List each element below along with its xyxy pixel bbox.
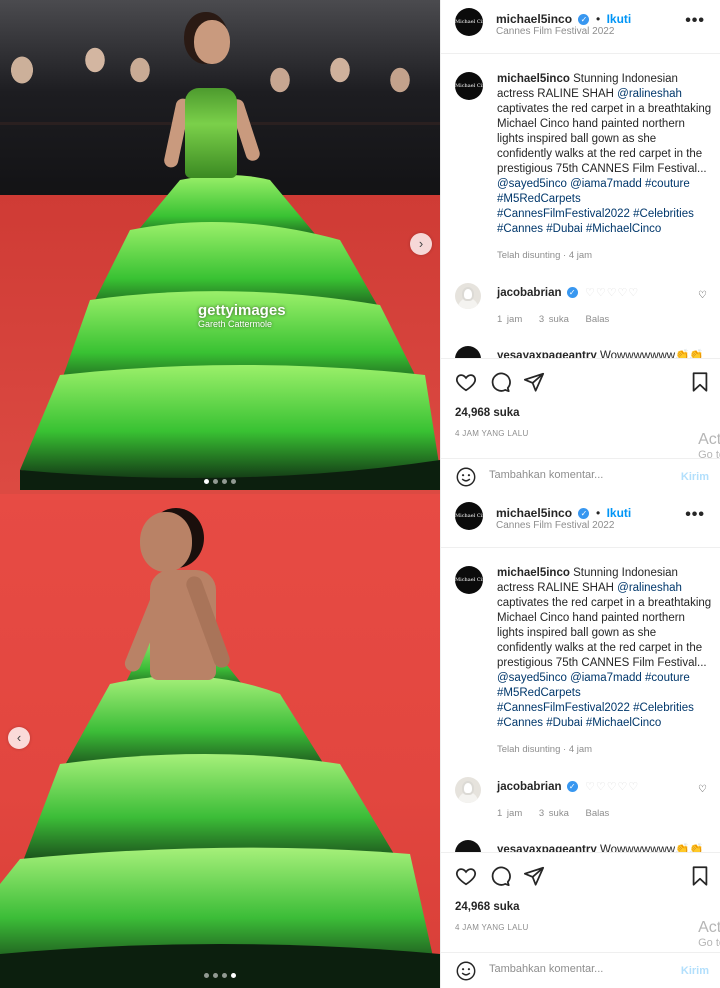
comment: yesayaxpageantry Wowwwwwww👏👏	[497, 348, 704, 358]
like-comment-icon[interactable]: ♡	[698, 784, 707, 795]
comment: yesayaxpageantry Wowwwwwww👏👏	[497, 842, 704, 852]
follow-button[interactable]: Ikuti	[607, 12, 632, 26]
comment-meta: 1 jam 3 suka Balas	[497, 314, 610, 325]
like-count[interactable]: 24,968 suka	[455, 901, 520, 913]
green-ball-gown	[20, 170, 440, 490]
commenter-username[interactable]: jacobabrian	[497, 781, 562, 793]
comment-input[interactable]	[489, 963, 639, 975]
share-icon[interactable]	[523, 865, 545, 887]
comment-input[interactable]	[489, 469, 639, 481]
comment-meta: 1 jam 3 suka Balas	[497, 808, 610, 819]
username-link[interactable]: michael5inco	[496, 506, 572, 520]
windows-activation-watermark: Acti Go to	[698, 919, 720, 949]
avatar[interactable]: Michael Cinco	[455, 502, 483, 530]
post-header: Michael Cinco michael5inco ✓ • Ikuti Can…	[441, 494, 720, 548]
post-caption: michael5inco Stunning Indonesian actress…	[497, 567, 712, 729]
post-comment-button[interactable]: Kirim	[681, 471, 709, 483]
comment-icon[interactable]	[489, 371, 511, 393]
post-header: Michael Cinco michael5inco ✓ • Ikuti Can…	[441, 0, 720, 54]
comment-text: ♡♡♡♡♡	[584, 781, 640, 793]
emoji-icon[interactable]	[455, 466, 477, 488]
location-link[interactable]: Cannes Film Festival 2022	[496, 26, 614, 37]
bookmark-icon[interactable]	[689, 371, 711, 393]
red-carpet-photo	[0, 494, 440, 988]
carousel-dots	[0, 479, 440, 484]
instagram-post-2: ‹ Michael Cinco michael5inco ✓ • Ikuti C…	[0, 494, 720, 988]
instagram-post-1: gettyimages Gareth Cattermole › Michael …	[0, 0, 720, 494]
comment-text: ♡♡♡♡♡	[584, 287, 640, 299]
windows-activation-watermark: Acti Go to	[698, 431, 720, 461]
post-sidebar: Michael Cinco michael5inco ✓ • Ikuti Can…	[440, 494, 720, 988]
comment-likes[interactable]: 3 suka	[539, 808, 569, 819]
bookmark-icon[interactable]	[689, 865, 711, 887]
comments-area[interactable]: Michael Cinco michael5inco Stunning Indo…	[441, 54, 720, 358]
verified-badge-icon: ✓	[578, 14, 590, 25]
verified-badge-icon: ✓	[578, 508, 590, 519]
caption-timestamp: Telah disunting · 4 jam	[497, 744, 593, 755]
comment: jacobabrian ✓ ♡♡♡♡♡	[497, 286, 639, 299]
chevron-left-icon[interactable]: ‹	[8, 727, 30, 749]
post-actions: 24,968 suka 4 JAM YANG LALU Acti Go to	[441, 358, 720, 461]
username-link[interactable]: michael5inco	[496, 12, 572, 26]
caption-username[interactable]: michael5inco	[497, 567, 570, 579]
caption-username[interactable]: michael5inco	[497, 73, 570, 85]
red-carpet-photo	[0, 0, 440, 494]
commenter-avatar[interactable]	[455, 346, 481, 358]
add-comment-bar: Kirim	[441, 458, 720, 494]
post-actions: 24,968 suka 4 JAM YANG LALU Acti Go to	[441, 852, 720, 952]
chevron-right-icon[interactable]: ›	[410, 233, 432, 255]
avatar[interactable]: Michael Cinco	[455, 72, 483, 100]
commenter-username[interactable]: jacobabrian	[497, 287, 562, 299]
verified-badge-icon: ✓	[566, 287, 578, 298]
post-photo[interactable]: ‹	[0, 494, 440, 988]
comment: jacobabrian ✓ ♡♡♡♡♡	[497, 780, 639, 793]
follow-button[interactable]: Ikuti	[607, 506, 632, 520]
comments-area[interactable]: Michael Cinco michael5inco Stunning Indo…	[441, 548, 720, 852]
reply-button[interactable]: Balas	[586, 314, 610, 325]
post-caption: michael5inco Stunning Indonesian actress…	[497, 73, 712, 235]
gettyimages-watermark: gettyimages Gareth Cattermole	[198, 302, 286, 329]
comment-likes[interactable]: 3 suka	[539, 314, 569, 325]
caption-timestamp: Telah disunting · 4 jam	[497, 250, 593, 261]
reply-button[interactable]: Balas	[586, 808, 610, 819]
heart-icon[interactable]	[455, 371, 477, 393]
heart-icon[interactable]	[455, 865, 477, 887]
post-sidebar: Michael Cinco michael5inco ✓ • Ikuti Can…	[440, 0, 720, 494]
avatar[interactable]: Michael Cinco	[455, 8, 483, 36]
comment-icon[interactable]	[489, 865, 511, 887]
commenter-username[interactable]: yesayaxpageantry	[497, 350, 597, 358]
more-options-icon[interactable]: •••	[685, 506, 705, 524]
comment-text: Wowwwwwww👏👏	[599, 350, 704, 358]
commenter-avatar[interactable]	[455, 840, 481, 852]
post-time: 4 JAM YANG LALU	[455, 923, 529, 932]
commenter-username[interactable]: yesayaxpageantry	[497, 844, 597, 852]
like-count[interactable]: 24,968 suka	[455, 407, 520, 419]
verified-badge-icon: ✓	[566, 781, 578, 792]
comment-text: Wowwwwwww👏👏	[599, 844, 704, 852]
post-comment-button[interactable]: Kirim	[681, 965, 709, 977]
commenter-avatar[interactable]	[455, 283, 481, 309]
post-time: 4 JAM YANG LALU	[455, 429, 529, 438]
add-comment-bar: Kirim	[441, 952, 720, 988]
like-comment-icon[interactable]: ♡	[698, 290, 707, 301]
location-link[interactable]: Cannes Film Festival 2022	[496, 520, 614, 531]
avatar[interactable]: Michael Cinco	[455, 566, 483, 594]
commenter-avatar[interactable]	[455, 777, 481, 803]
carousel-dots	[0, 973, 440, 978]
post-photo[interactable]: gettyimages Gareth Cattermole ›	[0, 0, 440, 494]
green-ball-gown	[0, 632, 440, 988]
more-options-icon[interactable]: •••	[685, 12, 705, 30]
share-icon[interactable]	[523, 371, 545, 393]
emoji-icon[interactable]	[455, 960, 477, 982]
